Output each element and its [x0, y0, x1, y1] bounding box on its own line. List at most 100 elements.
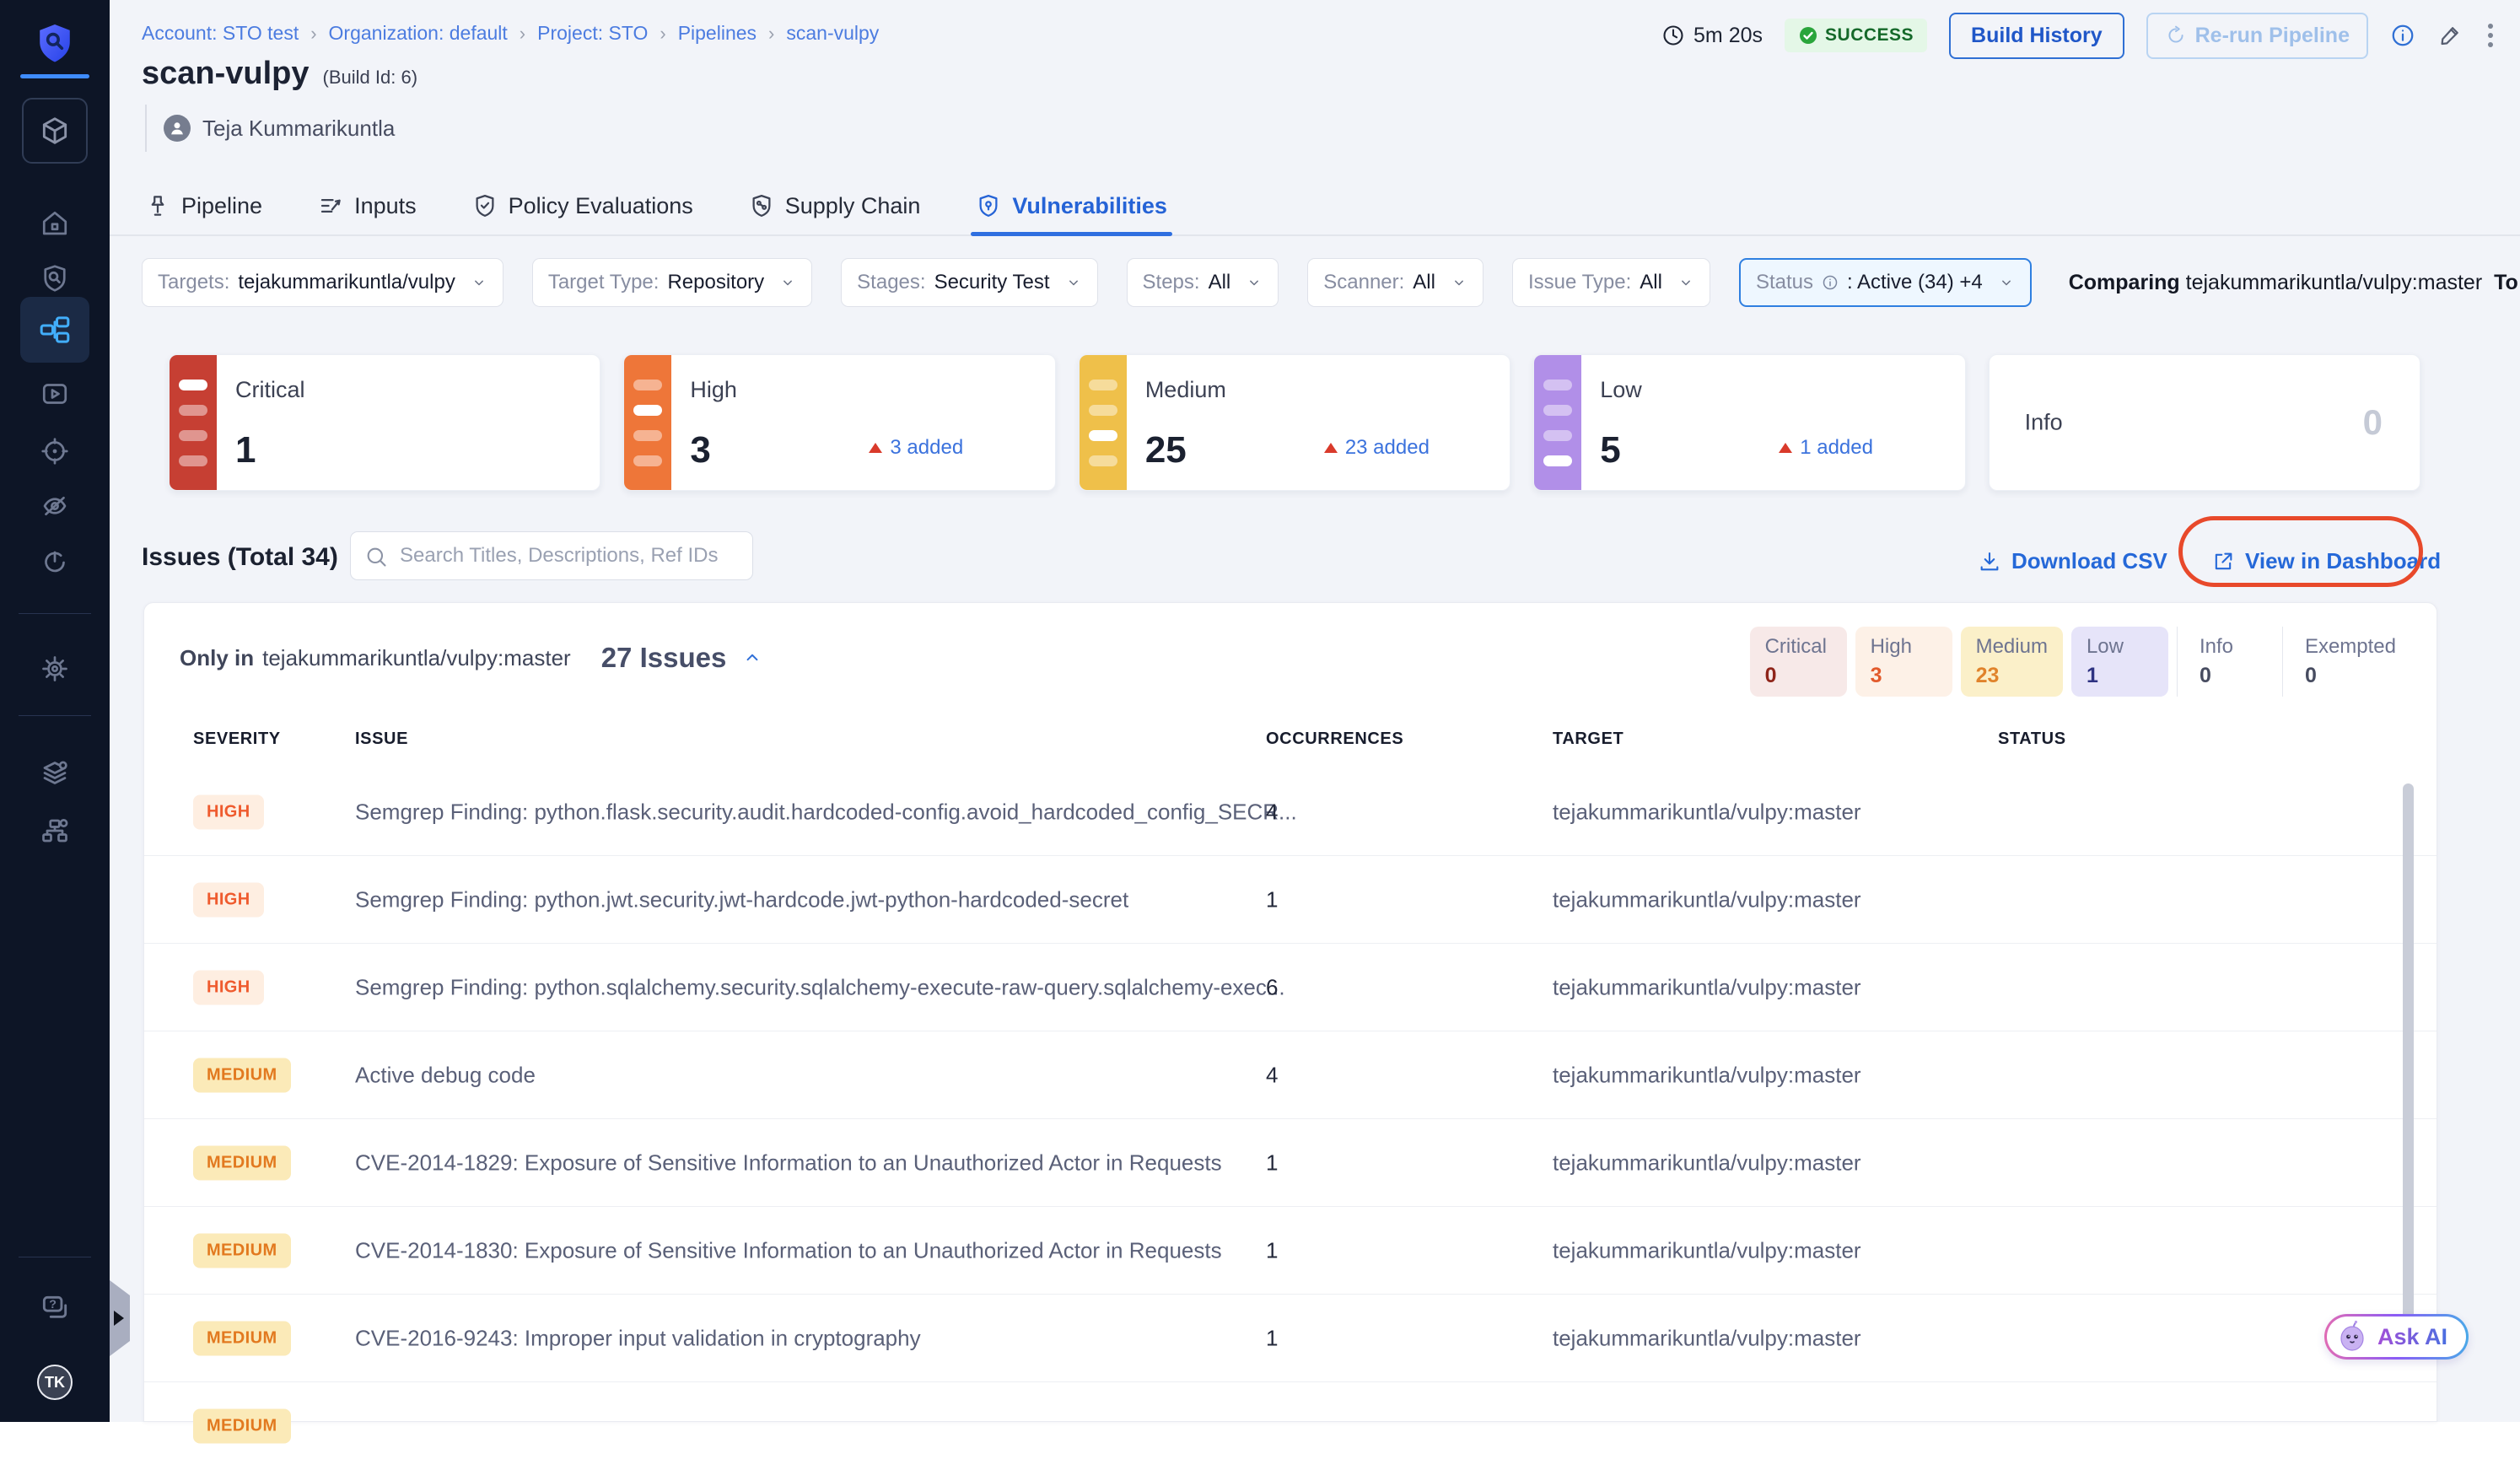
sidebar-item-pipelines[interactable] — [20, 297, 89, 363]
table-row[interactable]: MEDIUM CVE-2014-1830: Exposure of Sensit… — [144, 1207, 2437, 1295]
chat-help-icon: ? — [42, 1295, 67, 1318]
target: tejakummarikuntla/vulpy:master — [1553, 1237, 1861, 1263]
stages-filter-dropdown[interactable]: Stages: Security Test — [841, 258, 1098, 307]
sidebar-item-scans[interactable] — [0, 263, 110, 293]
user-avatar[interactable]: TK — [37, 1365, 73, 1400]
author-name: Teja Kummarikuntla — [202, 115, 396, 141]
tab-inputs[interactable]: Inputs — [318, 177, 417, 234]
table-row[interactable]: HIGH Semgrep Finding: python.flask.secur… — [144, 768, 2437, 856]
download-csv-button[interactable]: Download CSV — [1978, 548, 2167, 574]
chevron-down-icon — [1682, 280, 1690, 286]
build-id: (Build Id: 6) — [322, 67, 418, 88]
sidebar-item-org-settings[interactable] — [0, 816, 110, 846]
search-input[interactable] — [351, 532, 752, 579]
sidebar-expand-handle[interactable] — [110, 1280, 130, 1356]
sidebar-divider — [19, 613, 91, 614]
breadcrumb-org[interactable]: Organization: default — [299, 22, 508, 45]
issue-title: Semgrep Finding: python.jwt.security.jwt… — [355, 886, 1129, 912]
triangle-up-icon — [1779, 443, 1793, 453]
targets-filter-dropdown[interactable]: Targets: tejakummarikuntla/vulpy — [142, 258, 503, 307]
status-badge: SUCCESS — [1785, 19, 1928, 52]
info-card[interactable]: Info 0 — [1988, 354, 2421, 491]
info-icon[interactable] — [2390, 23, 2415, 48]
chevron-down-icon — [474, 280, 483, 286]
sidebar-item-get-started[interactable] — [0, 547, 110, 578]
edit-pencil-icon[interactable] — [2437, 23, 2463, 48]
breadcrumb-project[interactable]: Project: STO — [508, 22, 648, 45]
status-filter-dropdown[interactable]: Status : Active (34) +4 — [1738, 258, 2032, 307]
sidebar-item-default-settings[interactable] — [0, 759, 110, 789]
sidebar-item-executions[interactable] — [0, 379, 110, 409]
sidebar-item-help[interactable]: ? — [0, 1292, 110, 1324]
table-row[interactable]: MEDIUM — [144, 1382, 2437, 1470]
severity-badge: MEDIUM — [193, 1408, 291, 1444]
table-row[interactable]: MEDIUM Active debug code 4 tejakummariku… — [144, 1031, 2437, 1119]
tab-pipeline[interactable]: Pipeline — [145, 177, 262, 234]
severity-badge: MEDIUM — [193, 1058, 291, 1092]
pill-low: Low 1 — [2070, 627, 2168, 697]
external-link-icon — [2215, 552, 2232, 569]
tab-policy-evaluations[interactable]: Policy Evaluations — [472, 177, 693, 234]
issue-type-filter-dropdown[interactable]: Issue Type: All — [1511, 258, 1710, 307]
chevron-up-icon[interactable] — [741, 647, 763, 669]
table-row[interactable]: HIGH Semgrep Finding: python.sqlalchemy.… — [144, 944, 2437, 1031]
severity-badge: MEDIUM — [193, 1233, 291, 1268]
table-scrollbar-thumb[interactable] — [2403, 783, 2414, 1333]
refresh-icon — [2168, 25, 2183, 43]
steps-filter-dropdown[interactable]: Steps: All — [1126, 258, 1279, 307]
severity-badge: MEDIUM — [193, 1321, 291, 1355]
download-icon — [1980, 552, 1999, 570]
issues-total-heading: Issues (Total 34) — [142, 543, 338, 571]
pill-info: Info 0 — [2176, 627, 2274, 697]
tab-vulnerabilities[interactable]: Vulnerabilities — [971, 177, 1172, 236]
only-in-label: Only in — [180, 644, 255, 670]
severity-summary-cards: Critical 1 High 3 3 added Medium 25 23 a… — [169, 354, 2421, 491]
issues-panel: Only in tejakummarikuntla/vulpy:master 2… — [143, 602, 2437, 1444]
severity-badge: MEDIUM — [193, 1145, 291, 1180]
sidebar-item-home[interactable] — [0, 208, 110, 239]
target: tejakummarikuntla/vulpy:master — [1553, 799, 1861, 824]
table-row[interactable]: MEDIUM CVE-2014-1829: Exposure of Sensit… — [144, 1119, 2437, 1207]
card-label: Critical — [235, 377, 305, 402]
pipeline-tab-icon — [151, 196, 164, 216]
scanner-filter-dropdown[interactable]: Scanner: All — [1307, 258, 1483, 307]
module-selector-button[interactable] — [22, 98, 88, 164]
breadcrumb-pipelines[interactable]: Pipelines — [648, 22, 757, 45]
cube-icon — [42, 117, 67, 144]
issue-title: Semgrep Finding: python.sqlalchemy.secur… — [355, 974, 1285, 999]
breadcrumb-account[interactable]: Account: STO test — [142, 22, 299, 45]
comparing-label: Comparing tejakummarikuntla/vulpy:master… — [2068, 270, 2518, 294]
added-indicator: 3 added — [869, 436, 963, 460]
table-row[interactable]: HIGH Semgrep Finding: python.jwt.securit… — [144, 856, 2437, 944]
ask-ai-button[interactable]: Ask AI — [2324, 1314, 2469, 1360]
low-card[interactable]: Low 5 1 added — [1533, 354, 1966, 491]
severity-badge: HIGH — [193, 970, 264, 1004]
occurrences: 1 — [1266, 1325, 1279, 1350]
author-row: Teja Kummarikuntla — [145, 105, 395, 152]
breadcrumb-current[interactable]: scan-vulpy — [757, 22, 879, 45]
build-duration: 5m 20s — [1661, 24, 1763, 48]
target: tejakummarikuntla/vulpy:master — [1553, 1150, 1861, 1175]
issue-title: CVE-2014-1830: Exposure of Sensitive Inf… — [355, 1237, 1222, 1263]
occurrences: 4 — [1266, 799, 1279, 824]
rerun-pipeline-button[interactable]: Re-run Pipeline — [2146, 12, 2368, 59]
table-row[interactable]: MEDIUM CVE-2016-9243: Improper input val… — [144, 1295, 2437, 1382]
left-sidebar: ? TK — [0, 0, 110, 1422]
view-in-dashboard-button[interactable]: View in Dashboard — [2211, 548, 2441, 574]
card-label: Medium — [1144, 377, 1226, 402]
medium-card[interactable]: Medium 25 23 added — [1078, 354, 1511, 491]
header-actions: 5m 20s SUCCESS Build History Re-run Pipe… — [1661, 10, 2496, 61]
sidebar-item-targets[interactable] — [0, 436, 110, 466]
pipelines-icon — [40, 316, 70, 343]
sidebar-item-exemptions[interactable] — [0, 491, 110, 521]
supply-chain-shield-icon — [752, 195, 771, 217]
sidebar-item-settings[interactable] — [0, 654, 110, 684]
policy-shield-check-icon — [476, 195, 494, 217]
target-type-filter-dropdown[interactable]: Target Type: Repository — [531, 258, 813, 307]
more-options-menu[interactable] — [2485, 20, 2496, 51]
critical-card[interactable]: Critical 1 — [169, 354, 601, 491]
tab-supply-chain[interactable]: Supply Chain — [749, 177, 920, 234]
severity-badge: HIGH — [193, 794, 264, 829]
high-card[interactable]: High 3 3 added — [623, 354, 1056, 491]
build-history-button[interactable]: Build History — [1949, 12, 2124, 59]
